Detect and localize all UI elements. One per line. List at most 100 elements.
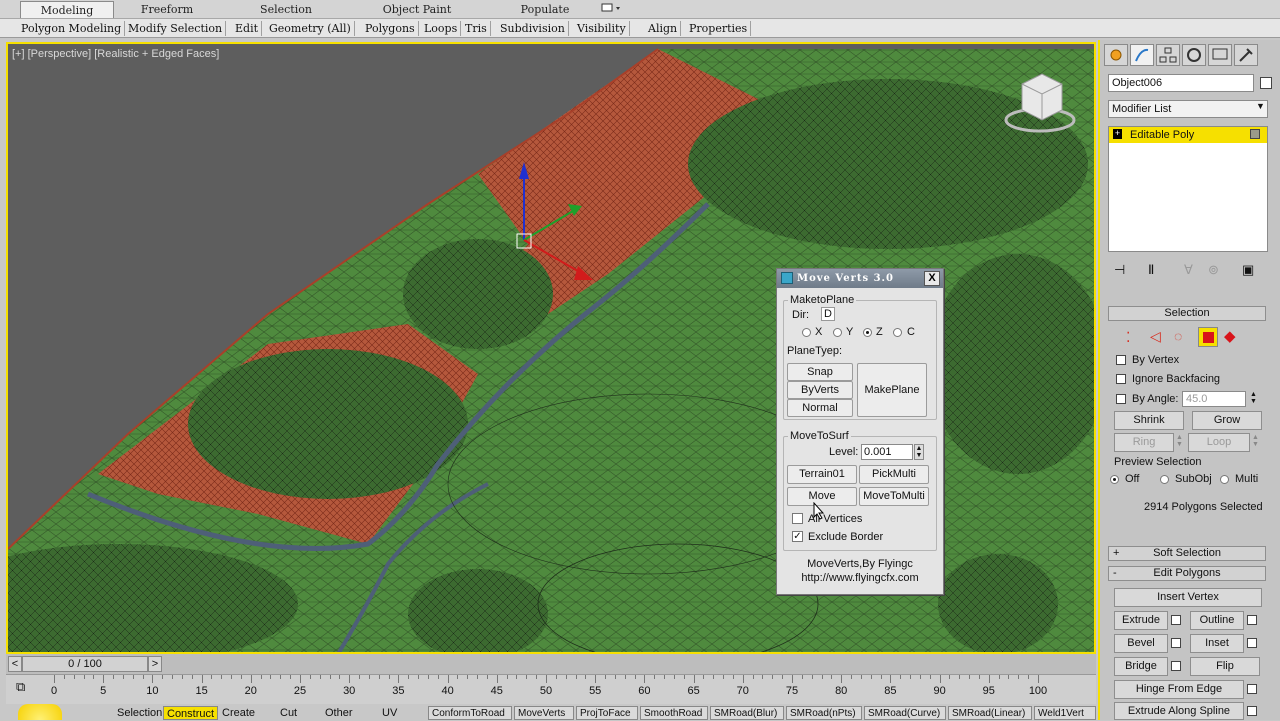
exclude-border-checkbox[interactable]: ✓ [792, 531, 803, 542]
ribbon-edit[interactable]: Edit [232, 21, 263, 36]
border-mode-icon[interactable]: ◌ [1174, 328, 1182, 344]
outline-button[interactable]: Outline [1190, 611, 1244, 630]
ribbon-tab-modeling[interactable]: Modeling [20, 1, 114, 18]
axis-c-radio[interactable] [893, 328, 902, 337]
loop-spinner[interactable]: ▲ ▼ [1252, 434, 1259, 448]
object-name-field[interactable]: Object006 [1108, 74, 1254, 92]
make-unique-icon[interactable]: ∀ [1184, 262, 1193, 278]
dialog-title[interactable]: Move Verts 3.0 [777, 269, 943, 288]
terrain-pick-button[interactable]: Terrain01 [787, 465, 857, 484]
level-spinner[interactable]: ▲ ▼ [914, 444, 924, 460]
bottom-tab-construct[interactable]: Construct [163, 706, 219, 720]
by-angle-input[interactable]: 45.0 [1182, 391, 1246, 407]
axis-y-radio[interactable] [833, 328, 842, 337]
ribbon-visibility[interactable]: Visibility [574, 21, 630, 36]
inset-button[interactable]: Inset [1190, 634, 1244, 653]
pin-stack-icon[interactable]: ⊣ [1114, 262, 1125, 278]
ribbon-subdivision[interactable]: Subdivision [497, 21, 569, 36]
modify-tab-icon[interactable] [1130, 44, 1154, 66]
axis-x-radio[interactable] [802, 328, 811, 337]
bottom-tab-selection[interactable]: Selection [114, 706, 165, 720]
hierarchy-tab-icon[interactable] [1156, 44, 1180, 66]
conform-to-road-button[interactable]: ConformToRoad [428, 706, 512, 720]
track-view-icon[interactable]: ⧉ [16, 679, 25, 695]
make-plane-button[interactable]: MakePlane [857, 363, 927, 417]
next-frame-button[interactable]: > [148, 656, 162, 672]
ribbon-align[interactable]: Align [645, 21, 682, 36]
insert-vertex-button[interactable]: Insert Vertex [1114, 588, 1262, 607]
show-end-result-icon[interactable]: Ⅱ [1148, 262, 1154, 278]
expand-icon[interactable]: + [1113, 129, 1122, 139]
bottom-tab-create[interactable]: Create [219, 706, 258, 720]
configure-sets-icon[interactable]: ▣ [1242, 262, 1254, 278]
edit-polygons-rollout-header[interactable]: - Edit Polygons [1108, 566, 1266, 581]
dir-value[interactable]: D [821, 307, 835, 321]
ribbon-modify-selection[interactable]: Modify Selection [125, 21, 227, 36]
viewport-label[interactable]: [+] [Perspective] [Realistic + Edged Fac… [12, 48, 219, 60]
inset-settings-icon[interactable] [1247, 638, 1257, 648]
edge-mode-icon[interactable]: ◁ [1150, 328, 1161, 345]
extrude-along-spline-button[interactable]: Extrude Along Spline [1114, 702, 1244, 720]
proj-to-face-button[interactable]: ProjToFace [576, 706, 638, 720]
by-verts-button[interactable]: ByVerts [787, 381, 853, 399]
modifier-list-dropdown[interactable]: Modifier List [1108, 100, 1268, 118]
by-vertex-checkbox[interactable] [1116, 355, 1126, 365]
level-input[interactable]: 0.001 [861, 444, 913, 460]
flip-button[interactable]: Flip [1190, 657, 1260, 676]
polygon-mode-icon[interactable] [1198, 327, 1218, 347]
move-verts-button[interactable]: MoveVerts [514, 706, 574, 720]
angle-spinner[interactable]: ▲ ▼ [1250, 391, 1257, 405]
preview-subobj-radio[interactable] [1160, 475, 1169, 484]
shrink-button[interactable]: Shrink [1114, 411, 1184, 430]
ribbon-properties[interactable]: Properties [686, 21, 752, 36]
smroad-linear-button[interactable]: SMRoad(Linear) [948, 706, 1032, 720]
ribbon-geometry-all[interactable]: Geometry (All) [266, 21, 355, 36]
ribbon-tab-object-paint[interactable]: Object Paint [362, 1, 472, 18]
grow-button[interactable]: Grow [1192, 411, 1262, 430]
remove-modifier-icon[interactable]: ⊚ [1208, 262, 1219, 278]
display-tab-icon[interactable] [1208, 44, 1232, 66]
pick-multi-button[interactable]: PickMulti [859, 465, 929, 484]
bevel-settings-icon[interactable] [1171, 638, 1181, 648]
axis-z-radio[interactable] [863, 328, 872, 337]
smroad-curve-button[interactable]: SMRoad(Curve) [864, 706, 946, 720]
hinge-settings-icon[interactable] [1247, 684, 1257, 694]
bridge-button[interactable]: Bridge [1114, 657, 1168, 676]
ribbon-loops[interactable]: Loops [421, 21, 462, 36]
ring-spinner[interactable]: ▲ ▼ [1176, 434, 1183, 448]
extrude-button[interactable]: Extrude [1114, 611, 1168, 630]
object-color-swatch[interactable] [1260, 77, 1272, 89]
credit-url[interactable]: http://www.flyingcfx.com [777, 572, 943, 584]
bottom-tab-cut[interactable]: Cut [277, 706, 300, 720]
preview-off-radio[interactable] [1110, 475, 1119, 484]
ribbon-tab-populate[interactable]: Populate [500, 1, 590, 18]
track-bar[interactable]: ⧉ 0 5 10 15 20 25 30 35 40 45 50 55 60 65 70 75 80 85 90 95… [6, 674, 1096, 704]
weld1vert-button[interactable]: Weld1Vert [1034, 706, 1096, 720]
all-vertices-checkbox[interactable] [792, 513, 803, 524]
vertex-mode-icon[interactable]: ⁚ [1126, 329, 1130, 346]
time-slider-thumb[interactable]: 0 / 100 [22, 656, 148, 672]
ring-button[interactable]: Ring [1114, 433, 1174, 452]
hinge-from-edge-button[interactable]: Hinge From Edge [1114, 680, 1244, 699]
ignore-backfacing-checkbox[interactable] [1116, 374, 1126, 384]
utilities-tab-icon[interactable] [1234, 44, 1258, 66]
bevel-button[interactable]: Bevel [1114, 634, 1168, 653]
bottom-tab-other[interactable]: Other [322, 706, 356, 720]
ribbon-polygon-modeling[interactable]: Polygon Modeling [18, 21, 126, 36]
outline-settings-icon[interactable] [1247, 615, 1257, 625]
move-to-multi-button[interactable]: MoveToMulti [859, 487, 929, 506]
preview-multi-radio[interactable] [1220, 475, 1229, 484]
bridge-settings-icon[interactable] [1171, 661, 1181, 671]
ribbon-tris[interactable]: Tris [462, 21, 491, 36]
close-button[interactable]: X [924, 271, 940, 286]
normal-button[interactable]: Normal [787, 399, 853, 417]
bottom-tab-uv[interactable]: UV [379, 706, 400, 720]
snap-button[interactable]: Snap [787, 363, 853, 381]
ribbon-tab-freeform[interactable]: Freeform [122, 1, 212, 18]
by-angle-checkbox[interactable] [1116, 394, 1126, 404]
ribbon-tab-selection[interactable]: Selection [240, 1, 332, 18]
soft-selection-rollout-header[interactable]: + Soft Selection [1108, 546, 1266, 561]
element-mode-icon[interactable]: ◆ [1224, 327, 1236, 345]
motion-tab-icon[interactable] [1182, 44, 1206, 66]
extrude-settings-icon[interactable] [1171, 615, 1181, 625]
